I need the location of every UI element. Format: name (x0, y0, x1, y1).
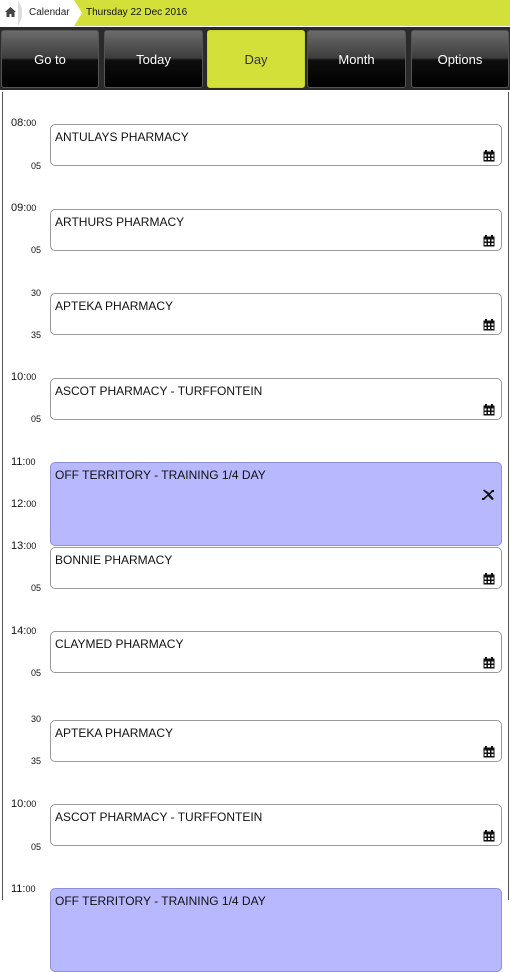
today-button[interactable]: Today (104, 30, 203, 88)
time-label: 14:00 (11, 625, 37, 637)
calendar-icon (483, 319, 495, 331)
time-label: 09:00 (11, 202, 37, 214)
breadcrumb-separator (74, 0, 82, 26)
calendar-icon (483, 404, 495, 416)
minute-label: 05 (31, 245, 42, 255)
appointment-title: ANTULAYS PHARMACY (55, 130, 189, 144)
appointment-item[interactable]: CLAYMED PHARMACY (50, 631, 502, 673)
appointment-item[interactable]: ARTHURS PHARMACY (50, 209, 502, 251)
appointment-title: OFF TERRITORY - TRAINING 1/4 DAY (55, 468, 266, 482)
appointment-item[interactable]: ANTULAYS PHARMACY (50, 124, 502, 166)
appointment-title: CLAYMED PHARMACY (55, 637, 184, 651)
minute-label: 05 (31, 583, 42, 593)
appointment-title: ARTHURS PHARMACY (55, 215, 185, 229)
appointment-item[interactable]: ASCOT PHARMACY - TURFFONTEIN (50, 378, 502, 420)
appointment-item[interactable]: OFF TERRITORY - TRAINING 1/4 DAY (50, 888, 502, 972)
breadcrumb: Calendar Thursday 22 Dec 2016 (0, 0, 510, 26)
appointment-title: BONNIE PHARMACY (55, 553, 173, 567)
time-label: 08:00 (11, 117, 37, 129)
appointment-item[interactable]: BONNIE PHARMACY (50, 547, 502, 589)
calendar-icon (483, 573, 495, 585)
time-label: 12:00 (11, 498, 37, 510)
appointment-item[interactable]: OFF TERRITORY - TRAINING 1/4 DAY (50, 462, 502, 546)
month-tab[interactable]: Month (307, 30, 406, 88)
breadcrumb-date: Thursday 22 Dec 2016 (86, 7, 188, 18)
home-icon (5, 7, 16, 17)
minute-label: 05 (31, 668, 42, 678)
appointment-title: APTEKA PHARMACY (55, 726, 174, 740)
appointment-title: ASCOT PHARMACY - TURFFONTEIN (55, 810, 263, 824)
time-label: 10:00 (11, 798, 37, 810)
day-schedule[interactable]: 08:00 05 09:00 05 30 35 10:00 05 11:00 1… (2, 92, 509, 972)
time-label: 10:00 (11, 371, 37, 383)
appointment-item[interactable]: ASCOT PHARMACY - TURFFONTEIN (50, 804, 502, 846)
minute-label: 05 (31, 414, 42, 424)
breadcrumb-calendar-label: Calendar (29, 7, 70, 18)
minute-label: 05 (31, 842, 42, 852)
calendar-icon (483, 746, 495, 758)
goto-button[interactable]: Go to (1, 30, 99, 88)
minute-label: 35 (31, 756, 42, 766)
minute-label: 35 (31, 330, 42, 340)
time-label: 13:00 (11, 540, 37, 552)
calendar-icon (483, 830, 495, 842)
view-toolbar: Go to Today Day Month Options (0, 27, 510, 90)
minute-label: 05 (31, 161, 42, 171)
breadcrumb-calendar[interactable]: Calendar (22, 0, 74, 26)
calendar-icon (483, 235, 495, 247)
minute-label: 30 (31, 714, 42, 724)
airplane-icon (482, 489, 494, 500)
appointment-title: ASCOT PHARMACY - TURFFONTEIN (55, 384, 263, 398)
appointment-title: APTEKA PHARMACY (55, 299, 174, 313)
minute-label: 30 (31, 288, 42, 298)
appointment-item[interactable]: APTEKA PHARMACY (50, 720, 502, 762)
options-button[interactable]: Options (411, 30, 509, 88)
appointment-title: OFF TERRITORY - TRAINING 1/4 DAY (55, 894, 266, 908)
time-label: 11:00 (11, 883, 36, 895)
appointment-item[interactable]: APTEKA PHARMACY (50, 293, 502, 335)
calendar-icon (483, 657, 495, 669)
day-tab[interactable]: Day (207, 30, 305, 88)
time-label: 11:00 (11, 456, 36, 468)
calendar-icon (483, 150, 495, 162)
